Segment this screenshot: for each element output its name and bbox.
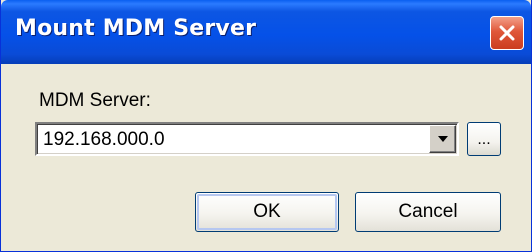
dialog-body: MDM Server: 192.168.000.0 ... OK Cancel (1, 64, 531, 251)
title-bar[interactable]: Mount MDM Server (1, 0, 531, 64)
cancel-button[interactable]: Cancel (355, 192, 501, 232)
browse-button[interactable]: ... (467, 122, 501, 156)
ok-button[interactable]: OK (195, 192, 339, 232)
dropdown-button[interactable] (429, 125, 456, 153)
dialog-title: Mount MDM Server (15, 16, 257, 41)
chevron-down-icon (437, 130, 449, 148)
mdm-server-value[interactable]: 192.168.000.0 (43, 129, 165, 151)
mdm-server-combobox[interactable]: 192.168.000.0 (35, 122, 459, 156)
mount-mdm-server-dialog: Mount MDM Server MDM Server: 192.168.000… (0, 0, 532, 252)
close-button[interactable] (490, 16, 524, 50)
mdm-server-label: MDM Server: (39, 90, 151, 111)
close-icon (497, 23, 517, 43)
